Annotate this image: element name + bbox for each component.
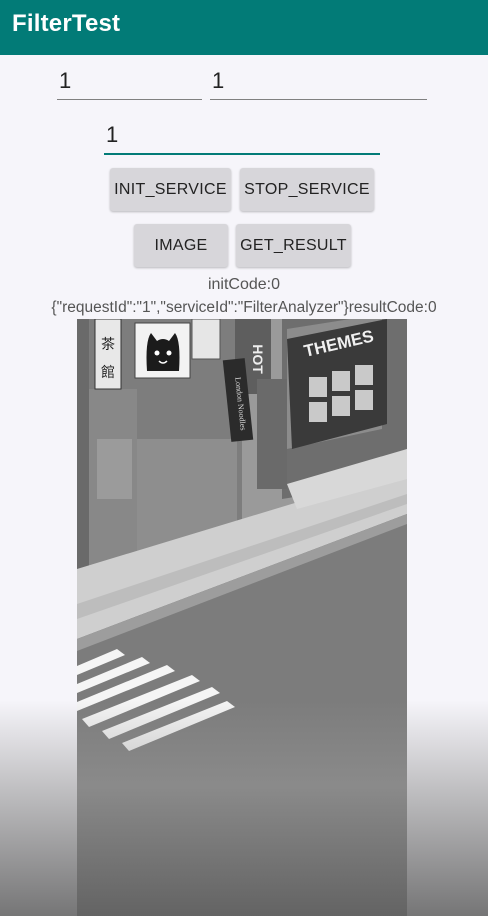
result-code-text: {"requestId":"1","serviceId":"FilterAnal… (51, 299, 437, 316)
kanji-sign: 茶 館 (94, 319, 122, 390)
stop-service-button[interactable]: STOP_SERVICE (240, 168, 374, 211)
app-title: FilterTest (12, 10, 121, 37)
image-button[interactable]: IMAGE (134, 224, 228, 267)
hotel-sign-text: HOT (250, 344, 266, 374)
kanji-sign-top: 茶 (101, 337, 115, 353)
get-result-button[interactable]: GET_RESULT (236, 224, 351, 267)
init-code-text: initCode:0 (207, 276, 281, 293)
app-bar: FilterTest (0, 0, 488, 55)
third-input-field[interactable] (104, 117, 380, 155)
third-input[interactable] (104, 117, 380, 153)
result-image: 茶 館 HOT London Noodles THEMES (77, 319, 407, 916)
first-input[interactable] (57, 63, 202, 99)
cat-sign (134, 322, 191, 379)
kanji-sign-bottom: 館 (101, 364, 115, 381)
second-input-field[interactable] (210, 63, 427, 100)
first-input-field[interactable] (57, 63, 202, 100)
second-input[interactable] (210, 63, 427, 99)
init-service-button[interactable]: INIT_SERVICE (110, 168, 231, 211)
